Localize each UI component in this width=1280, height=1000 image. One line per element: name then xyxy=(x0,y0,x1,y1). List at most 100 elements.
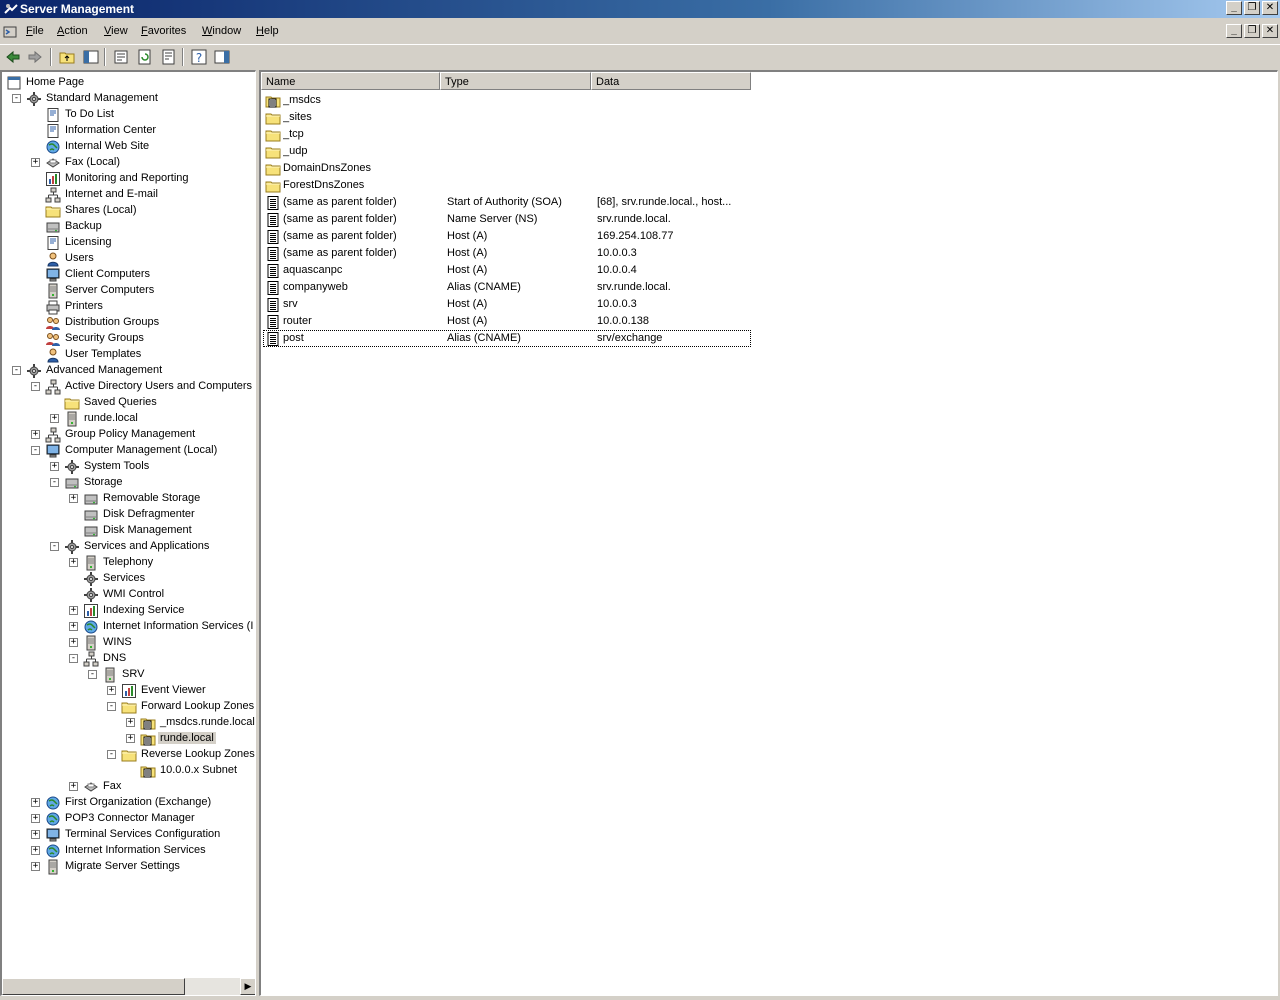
expand-icon[interactable]: + xyxy=(50,414,59,423)
details-list[interactable]: Name Type Data _msdcs _sites _tcp _udp Domai… xyxy=(259,70,1278,996)
tree-item-to-do-list[interactable]: To Do List xyxy=(2,107,255,123)
expand-icon[interactable]: + xyxy=(31,846,40,855)
tree-item-internal-web-site[interactable]: Internal Web Site xyxy=(2,139,255,155)
menu-help[interactable]: Help xyxy=(256,25,279,37)
list-row[interactable]: (same as parent folder) Host (A) 10.0.0.3 xyxy=(263,245,751,262)
tree-item-computer-management[interactable]: - Computer Management (Local) xyxy=(2,443,255,459)
expand-icon[interactable]: + xyxy=(31,798,40,807)
expand-icon[interactable]: + xyxy=(31,814,40,823)
tree-item-disk-defragmenter[interactable]: Disk Defragmenter xyxy=(2,507,255,523)
scrollbar-thumb[interactable] xyxy=(2,978,185,995)
tree-item-reverse-lookup-zones[interactable]: - Reverse Lookup Zones xyxy=(2,747,255,763)
expand-icon[interactable]: + xyxy=(126,734,135,743)
list-row[interactable]: (same as parent folder) Start of Authorit… xyxy=(263,194,751,211)
console-tree[interactable]: Home Page - Standard Management To Do List I… xyxy=(0,70,256,996)
expand-icon[interactable]: + xyxy=(31,158,40,167)
collapse-icon[interactable]: - xyxy=(31,382,40,391)
title-bar[interactable]: Server Management _ ❐ ✕ xyxy=(0,0,1280,18)
menu-action[interactable]: Action xyxy=(57,25,88,37)
tree-item-distribution-groups[interactable]: Distribution Groups xyxy=(2,315,255,331)
list-row[interactable]: (same as parent folder) Name Server (NS) s… xyxy=(263,211,751,228)
collapse-icon[interactable]: - xyxy=(50,542,59,551)
restore-button[interactable]: ❐ xyxy=(1244,1,1260,15)
help-button[interactable]: ? xyxy=(190,48,208,66)
collapse-icon[interactable]: - xyxy=(107,750,116,759)
list-row[interactable]: _udp xyxy=(263,143,751,160)
expand-icon[interactable]: + xyxy=(31,430,40,439)
tree-item-forward-lookup-zones[interactable]: - Forward Lookup Zones xyxy=(2,699,255,715)
collapse-icon[interactable]: - xyxy=(50,478,59,487)
list-row[interactable]: srv Host (A) 10.0.0.3 xyxy=(263,296,751,313)
expand-icon[interactable]: + xyxy=(50,462,59,471)
expand-icon[interactable]: + xyxy=(69,606,78,615)
tree-item-iis[interactable]: + Internet Information Services xyxy=(2,843,255,859)
properties-button[interactable] xyxy=(112,48,130,66)
list-row[interactable]: DomainDnsZones xyxy=(263,160,751,177)
tree-item-wins[interactable]: + WINS xyxy=(2,635,255,651)
tree-item-wmi-control[interactable]: WMI Control xyxy=(2,587,255,603)
tree-item-services[interactable]: Services xyxy=(2,571,255,587)
tree-item-internet-email[interactable]: Internet and E-mail xyxy=(2,187,255,203)
tree-item-iis-sub[interactable]: + Internet Information Services (I xyxy=(2,619,255,635)
expand-icon[interactable]: + xyxy=(69,782,78,791)
column-header-data[interactable]: Data xyxy=(591,72,751,90)
back-button[interactable] xyxy=(4,48,22,66)
collapse-icon[interactable]: - xyxy=(69,654,78,663)
collapse-icon[interactable]: - xyxy=(107,702,116,711)
child-minimize-button[interactable]: _ xyxy=(1226,24,1242,38)
tree-item-telephony[interactable]: + Telephony xyxy=(2,555,255,571)
expand-icon[interactable]: + xyxy=(69,638,78,647)
list-row[interactable]: _msdcs xyxy=(263,92,751,109)
tree-item-exchange[interactable]: + First Organization (Exchange) xyxy=(2,795,255,811)
tree-item-event-viewer[interactable]: + Event Viewer xyxy=(2,683,255,699)
tree-item-pop3[interactable]: + POP3 Connector Manager xyxy=(2,811,255,827)
tree-item-security-groups[interactable]: Security Groups xyxy=(2,331,255,347)
close-button[interactable]: ✕ xyxy=(1262,1,1278,15)
tree-item-terminal-services[interactable]: + Terminal Services Configuration xyxy=(2,827,255,843)
list-row[interactable]: _tcp xyxy=(263,126,751,143)
tree-item-subnet-zone[interactable]: 10.0.0.x Subnet xyxy=(2,763,255,779)
tree-item-removable-storage[interactable]: + Removable Storage xyxy=(2,491,255,507)
list-row[interactable]: ForestDnsZones xyxy=(263,177,751,194)
tree-item-home-page[interactable]: Home Page xyxy=(2,75,255,91)
expand-icon[interactable]: + xyxy=(69,558,78,567)
tree-item-monitoring-reporting[interactable]: Monitoring and Reporting xyxy=(2,171,255,187)
list-row[interactable]: post Alias (CNAME) srv/exchange xyxy=(263,330,751,347)
tree-item-storage[interactable]: - Storage xyxy=(2,475,255,491)
child-close-button[interactable]: ✕ xyxy=(1262,24,1278,38)
show-hide-tree-button[interactable] xyxy=(82,48,100,66)
minimize-button[interactable]: _ xyxy=(1226,1,1242,15)
list-row[interactable]: router Host (A) 10.0.0.138 xyxy=(263,313,751,330)
tree-item-fax-local[interactable]: + Fax (Local) xyxy=(2,155,255,171)
console-icon[interactable] xyxy=(2,24,18,40)
tree-item-fax[interactable]: + Fax xyxy=(2,779,255,795)
tree-item-active-directory[interactable]: - Active Directory Users and Computers [ xyxy=(2,379,255,395)
expand-icon[interactable]: + xyxy=(31,830,40,839)
list-row[interactable]: aquascanpc Host (A) 10.0.0.4 xyxy=(263,262,751,279)
tree-item-client-computers[interactable]: Client Computers xyxy=(2,267,255,283)
tree-item-indexing-service[interactable]: + Indexing Service xyxy=(2,603,255,619)
expand-icon[interactable]: + xyxy=(107,686,116,695)
menu-window[interactable]: Window xyxy=(202,25,241,37)
tree-item-system-tools[interactable]: + System Tools xyxy=(2,459,255,475)
tree-item-group-policy[interactable]: + Group Policy Management xyxy=(2,427,255,443)
menu-file[interactable]: File xyxy=(26,25,44,37)
tree-item-licensing[interactable]: Licensing xyxy=(2,235,255,251)
collapse-icon[interactable]: - xyxy=(88,670,97,679)
scroll-right-button[interactable]: ▶ xyxy=(240,978,255,995)
show-hide-action-pane-button[interactable] xyxy=(213,48,231,66)
tree-item-runde-local-ad[interactable]: + runde.local xyxy=(2,411,255,427)
tree-item-advanced-management[interactable]: - Advanced Management xyxy=(2,363,255,379)
forward-button[interactable] xyxy=(26,48,44,66)
collapse-icon[interactable]: - xyxy=(12,94,21,103)
tree-item-runde-local-zone[interactable]: + runde.local xyxy=(2,731,255,747)
tree-horizontal-scrollbar[interactable]: ▶ xyxy=(2,978,255,995)
tree-item-dns[interactable]: - DNS xyxy=(2,651,255,667)
tree-item-printers[interactable]: Printers xyxy=(2,299,255,315)
tree-item-standard-management[interactable]: - Standard Management xyxy=(2,91,255,107)
column-header-name[interactable]: Name xyxy=(261,72,440,90)
tree-item-server-computers[interactable]: Server Computers xyxy=(2,283,255,299)
expand-icon[interactable]: + xyxy=(69,494,78,503)
child-restore-button[interactable]: ❐ xyxy=(1244,24,1260,38)
tree-item-srv[interactable]: - SRV xyxy=(2,667,255,683)
